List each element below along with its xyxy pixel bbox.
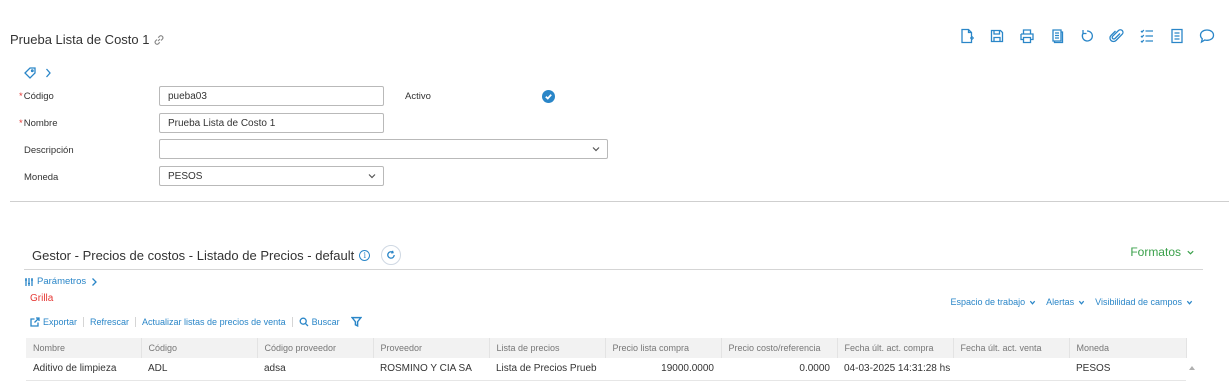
exportar-button[interactable]: Exportar [30,316,85,327]
cell-nombre: Aditivo de limpieza [26,358,141,381]
column-header-fecha-compra[interactable]: Fecha últ. act. compra [837,338,954,358]
chevron-down-icon [1186,300,1193,305]
chevron-down-icon [1187,250,1194,255]
moneda-label: Moneda [24,172,59,183]
cell-fecha-compra: 04-03-2025 14:31:28 hs [837,358,953,381]
gestor-title-text: Gestor - Precios de costos - Listado de … [32,247,355,263]
prices-grid: Nombre Código Código proveedor Proveedor… [26,338,1187,381]
grilla-label: Grilla [30,293,54,304]
search-icon [299,317,309,326]
cell-moneda: PESOS [1069,358,1186,381]
descripcion-label: Descripción [24,145,74,156]
formatos-dropdown[interactable]: Formatos [1130,245,1195,259]
refrescar-label: Refrescar [90,316,130,327]
nombre-input[interactable]: Prueba Lista de Costo 1 [159,113,384,133]
notes-icon[interactable] [1169,28,1185,44]
visibilidad-campos-label: Visibilidad de campos [1095,297,1182,307]
chevron-right-icon [92,277,98,286]
checklist-icon[interactable] [1139,28,1155,44]
table-row[interactable]: Aditivo de limpieza ADL adsa ROSMINO Y C… [26,358,1186,381]
export-icon [30,316,40,327]
save-icon[interactable] [989,28,1005,44]
toolbar [959,28,1215,44]
tag-icon[interactable] [24,67,36,82]
sliders-icon [25,277,33,286]
column-header-precio-lista-compra[interactable]: Precio lista compra [605,338,722,358]
cell-codigo-proveedor: adsa [257,358,373,381]
page-title: Prueba Lista de Costo 1 [10,32,165,47]
cell-precio-costo: 0.0000 [721,358,837,381]
alertas-dropdown[interactable]: Alertas [1046,297,1085,307]
comment-icon[interactable] [1199,28,1215,44]
actualizar-listas-button[interactable]: Actualizar listas de precios de venta [136,316,293,327]
moneda-select[interactable]: PESOS [159,166,384,186]
codigo-value: pueba03 [168,91,207,102]
column-header-proveedor[interactable]: Proveedor [373,338,490,358]
chevron-down-icon[interactable] [367,171,377,181]
chevron-down-icon [1029,300,1036,305]
codigo-input[interactable]: pueba03 [159,86,384,106]
cell-precio-lista-compra: 19000.0000 [605,358,721,381]
refrescar-button[interactable]: Refrescar [84,316,137,327]
grid-header-row: Nombre Código Código proveedor Proveedor… [26,338,1187,358]
scroll-up-arrow-icon[interactable] [1188,363,1196,371]
column-header-fecha-venta[interactable]: Fecha últ. act. venta [953,338,1070,358]
alertas-label: Alertas [1046,297,1075,307]
nombre-label-text: Nombre [23,118,58,129]
attach-icon[interactable] [1109,28,1125,44]
moneda-value: PESOS [168,171,203,182]
buscar-button[interactable]: Buscar [293,316,368,327]
column-header-moneda[interactable]: Moneda [1069,338,1187,358]
gestor-title: Gestor - Precios de costos - Listado de … [32,245,402,265]
undo-icon[interactable] [1079,28,1095,44]
column-header-codigo[interactable]: Código [141,338,258,358]
parametros-toggle[interactable]: Parámetros [24,276,99,287]
actualizar-listas-label: Actualizar listas de precios de venta [142,316,286,327]
activo-label: Activo [405,91,431,102]
chevron-right-icon[interactable] [42,67,54,82]
column-header-nombre[interactable]: Nombre [26,338,142,358]
info-icon[interactable]: i [359,249,371,261]
required-marker: * [19,91,23,102]
required-marker: * [19,118,23,129]
cell-codigo: ADL [141,358,257,381]
exportar-label: Exportar [43,316,78,327]
grid-actions: Exportar Refrescar Actualizar listas de … [30,316,368,327]
cell-fecha-venta [953,358,1069,381]
column-header-lista-precios[interactable]: Lista de precios [489,338,606,358]
section-divider [24,269,1203,270]
formatos-label: Formatos [1130,245,1181,259]
refresh-icon[interactable] [381,245,402,265]
chevron-down-icon [1078,300,1085,305]
grid-options: Espacio de trabajo Alertas Visibilidad d… [951,297,1193,307]
cell-proveedor: ROSMINO Y CIA SA [373,358,489,381]
page-title-text: Prueba Lista de Costo 1 [10,32,150,47]
filter-icon[interactable] [350,316,362,327]
print-icon[interactable] [1019,28,1035,44]
cell-lista-precios: Lista de Precios Prueb [489,358,605,381]
link-icon[interactable] [153,34,165,46]
visibilidad-campos-dropdown[interactable]: Visibilidad de campos [1095,297,1193,307]
buscar-label: Buscar [311,316,340,327]
column-header-precio-costo[interactable]: Precio costo/referencia [721,338,838,358]
parametros-label: Parámetros [37,276,87,287]
nombre-label: *Nombre [19,118,58,129]
codigo-label: *Código [19,91,54,102]
tag-row [24,67,54,82]
codigo-label-text: Código [23,91,54,102]
chevron-down-icon[interactable] [591,144,601,154]
nombre-value: Prueba Lista de Costo 1 [168,118,276,129]
espacio-trabajo-label: Espacio de trabajo [950,297,1026,307]
espacio-trabajo-dropdown[interactable]: Espacio de trabajo [951,297,1037,307]
copy-icon[interactable] [1049,28,1065,44]
new-document-icon[interactable] [959,28,975,44]
divider [10,201,1229,202]
activo-check-icon[interactable] [542,90,555,103]
column-header-codigo-proveedor[interactable]: Código proveedor [257,338,374,358]
descripcion-field[interactable] [159,139,608,159]
